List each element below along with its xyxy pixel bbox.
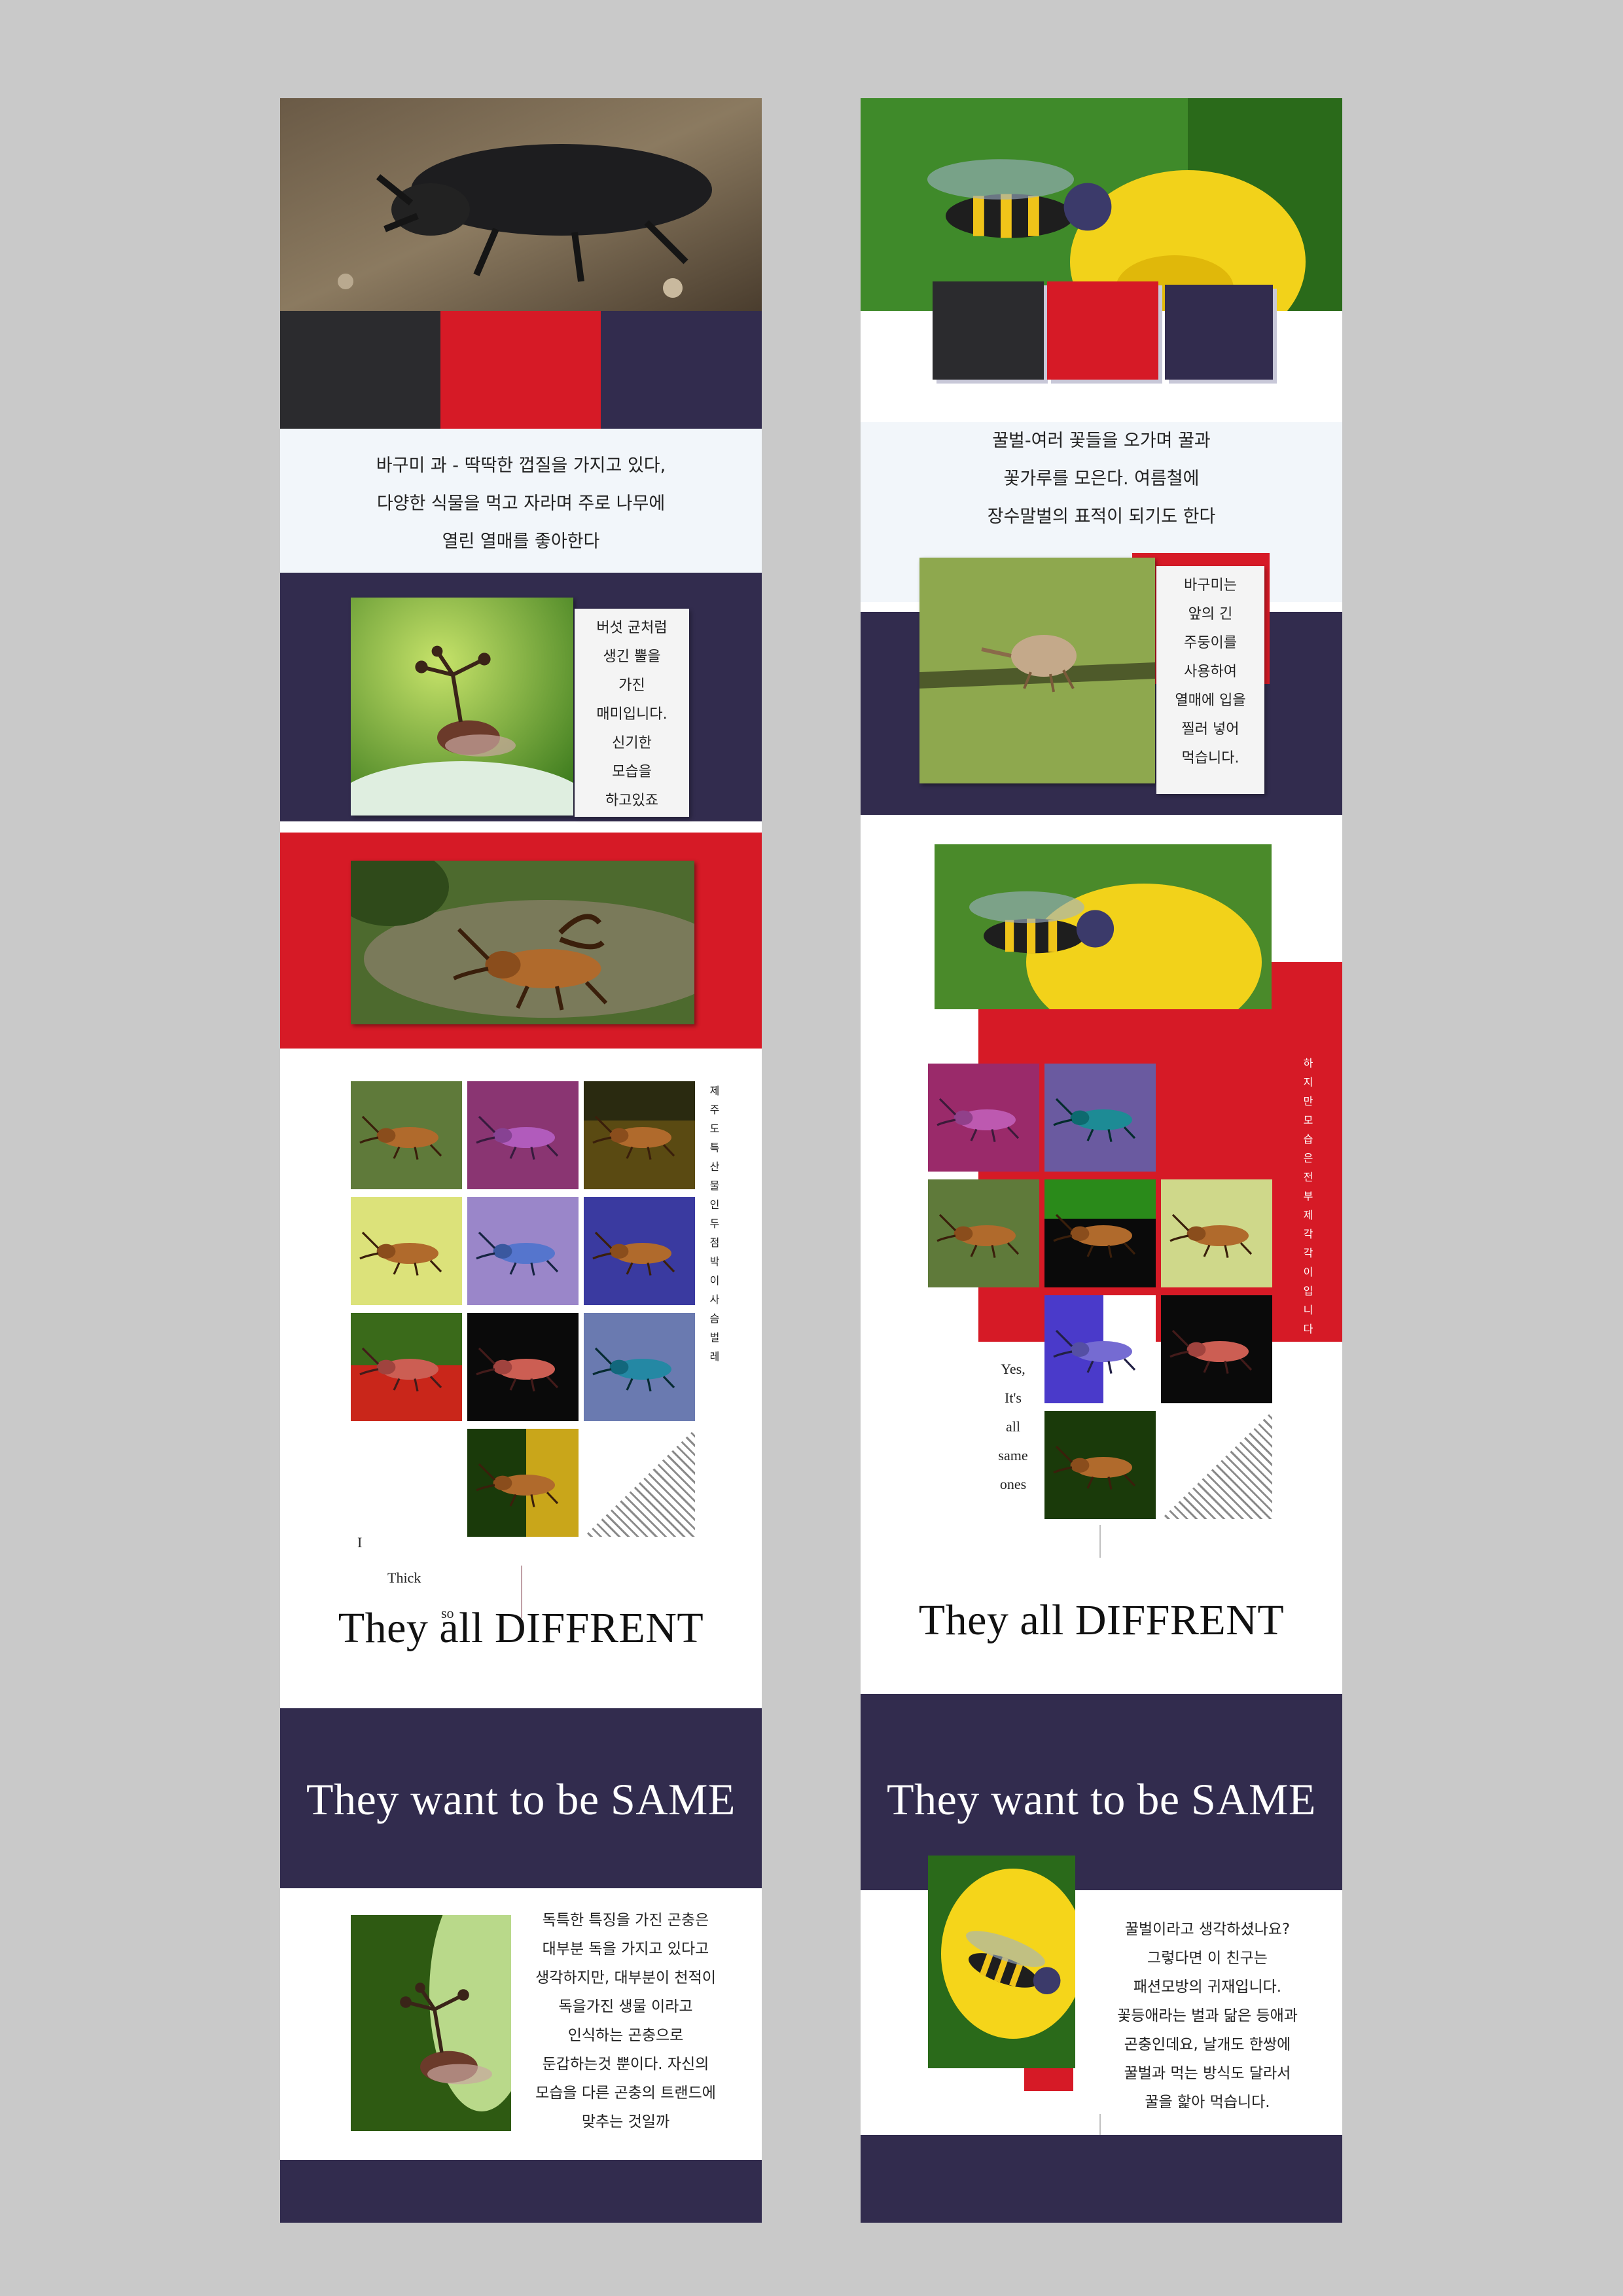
red-swatch [440, 311, 601, 429]
intro-line: 장수말벌의 표적이 되기도 한다 [987, 507, 1216, 527]
variant-tile [467, 1081, 579, 1189]
charcoal-swatch [933, 281, 1044, 380]
intro-line: 꽃가루를 모은다. 여름철에 [1003, 469, 1200, 489]
side-word-i: I [357, 1534, 363, 1551]
heading-same: They want to be SAME [887, 1774, 1316, 1824]
bottom-text: 꿀벌이라고 생각하셨나요? 그렇다면 이 친구는 패션모방의 귀재입니다. 꽃등… [1083, 1915, 1332, 2117]
navy-swatch [1165, 285, 1273, 380]
variant-tile [1044, 1064, 1156, 1172]
bottom-line: 꽃등애라는 벌과 닮은 등애과 [1117, 2007, 1298, 2024]
treehopper-caption: 버섯 균처럼 생긴 뿔을 가진 매미입니다. 신기한 모습을 하고있죠 [575, 609, 689, 817]
bottom-line: 생각하지만, 대부분이 천적이 [535, 1969, 716, 1986]
heading-same: They want to be SAME [306, 1774, 736, 1824]
bottom-line: 맞추는 것일까 [581, 2113, 670, 2130]
side-word-thick: Thick [387, 1570, 421, 1586]
variant-tile [1161, 1295, 1272, 1403]
side-word: same [998, 1447, 1028, 1463]
caption-line: 찔러 넣어 [1181, 721, 1240, 738]
variant-tile [584, 1081, 695, 1189]
bottom-line: 그렇다면 이 친구는 [1147, 1950, 1268, 1967]
variant-tile [1044, 1179, 1156, 1287]
hoverfly-photo [861, 98, 1342, 311]
bottom-line: 독특한 특징을 가진 곤충은 [542, 1912, 709, 1929]
variant-tile [351, 1313, 462, 1421]
variant-tile [467, 1429, 579, 1537]
caption-line: 모습을 [612, 764, 652, 780]
variant-tile [584, 1313, 695, 1421]
intro-line: 다양한 식물을 먹고 자라며 주로 나무에 [376, 493, 666, 514]
bottom-line: 모습을 다른 곤충의 트랜드에 [535, 2085, 716, 2102]
treehopper-photo [351, 598, 573, 816]
same-banner: They want to be SAME [280, 1708, 762, 1888]
caption-line: 열매에 입을 [1175, 692, 1246, 709]
navy-swatch [601, 311, 762, 429]
side-word: It's [1005, 1390, 1022, 1406]
bottom-line: 꿀벌이라고 생각하셨나요? [1124, 1921, 1291, 1938]
divider-line [1099, 1525, 1101, 1558]
intro-line: 꿀벌-여러 꽃들을 오가며 꿀과 [992, 431, 1211, 451]
variant-tile [351, 1197, 462, 1305]
bottom-line: 독을가진 생물 이라고 [558, 1998, 693, 2015]
left-page: 바구미 과 - 딱딱한 껍질을 가지고 있다, 다양한 식물을 먹고 자라며 주… [280, 98, 762, 2223]
variant-tile [928, 1179, 1039, 1287]
footer-bar [280, 2160, 762, 2223]
caption-line: 주둥이를 [1184, 635, 1237, 651]
treehopper-closeup-photo [351, 1915, 511, 2131]
intro-text: 꿀벌-여러 꽃들을 오가며 꿀과 꽃가루를 모은다. 여름철에 장수말벌의 표적… [861, 422, 1342, 536]
caption-line: 바구미는 [1184, 577, 1237, 594]
black-beetle-photo [280, 98, 762, 311]
hoverfly-on-flower-photo [928, 1856, 1075, 2068]
intro-section: 바구미 과 - 딱딱한 껍질을 가지고 있다, 다양한 식물을 먹고 자라며 주… [280, 429, 762, 573]
charcoal-swatch [280, 311, 440, 429]
caption-line: 앞의 긴 [1188, 606, 1233, 622]
side-word: all [1006, 1418, 1020, 1435]
side-words: Yes, It's all same ones [990, 1355, 1036, 1499]
bottom-line: 곤충인데요, 날개도 한쌍에 [1124, 2036, 1291, 2053]
weevil-photo [919, 558, 1155, 783]
bottom-line: 꿀벌과 먹는 방식도 달라서 [1124, 2065, 1291, 2082]
bottom-line: 둔갑하는것 뿐이다. 자신의 [542, 2056, 709, 2073]
bottom-line: 인식하는 곤충으로 [567, 2027, 684, 2044]
variant-tile [467, 1197, 579, 1305]
intro-line: 바구미 과 - 딱딱한 껍질을 가지고 있다, [376, 456, 666, 476]
caption-line: 매미입니다. [596, 706, 668, 723]
caption-line: 생긴 뿔을 [603, 649, 661, 665]
caption-line: 먹습니다. [1181, 750, 1240, 766]
caption-line: 버섯 균처럼 [596, 620, 668, 636]
variant-tile [584, 1197, 695, 1305]
vertical-caption: 하지만모습은전부제각각이입니다 [1303, 1057, 1313, 1335]
variant-tile [1044, 1411, 1156, 1519]
footer-bar [861, 2135, 1342, 2223]
folded-corner-pattern [584, 1429, 695, 1537]
weevil-caption: 바구미는 앞의 긴 주둥이를 사용하여 열매에 입을 찔러 넣어 먹습니다. [1156, 566, 1264, 794]
intro-text: 바구미 과 - 딱딱한 껍질을 가지고 있다, 다양한 식물을 먹고 자라며 주… [280, 447, 762, 561]
right-page: 꿀벌-여러 꽃들을 오가며 꿀과 꽃가루를 모은다. 여름철에 장수말벌의 표적… [861, 98, 1342, 2223]
bottom-text: 독특한 특징을 가진 곤충은 대부분 독을 가지고 있다고 생각하지만, 대부분… [508, 1906, 743, 2136]
folded-corner-pattern [1161, 1411, 1272, 1519]
variant-tile [351, 1081, 462, 1189]
variant-tile [928, 1064, 1039, 1172]
side-word: Yes, [1001, 1361, 1026, 1377]
variant-tile [1044, 1295, 1156, 1403]
variant-tile [1161, 1179, 1272, 1287]
caption-line: 사용하여 [1184, 664, 1237, 680]
vertical-caption: 제주도특산물인두점박이사슴벌레 [709, 1085, 720, 1363]
red-swatch [1047, 281, 1158, 380]
variant-tile [467, 1313, 579, 1421]
hoverfly-photo-2 [935, 844, 1272, 1009]
caption-line: 가진 [618, 677, 645, 694]
heading-different: They all DIFFRENT [918, 1596, 1285, 1644]
side-word: ones [999, 1476, 1027, 1492]
caption-line: 하고있죠 [605, 793, 658, 809]
bottom-line: 꿀을 핥아 먹습니다. [1145, 2094, 1270, 2111]
intro-line: 열린 열매를 좋아한다 [442, 531, 600, 552]
caption-line: 신기한 [612, 735, 652, 751]
bottom-line: 대부분 독을 가지고 있다고 [542, 1941, 709, 1958]
stag-beetle-photo [351, 861, 694, 1024]
heading-different: They all DIFFRENT [338, 1604, 704, 1652]
bottom-line: 패션모방의 귀재입니다. [1133, 1979, 1282, 1996]
